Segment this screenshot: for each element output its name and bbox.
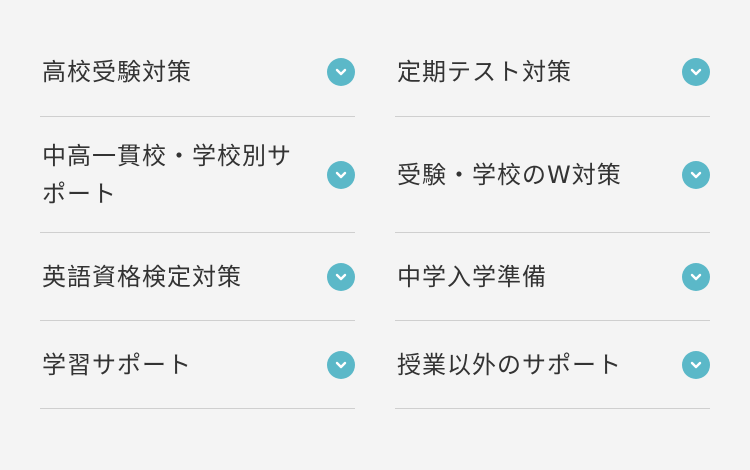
menu-item-high-school-exam[interactable]: 高校受験対策 <box>40 28 355 117</box>
menu-item-junior-high-prep[interactable]: 中学入学準備 <box>395 233 710 321</box>
chevron-down-icon[interactable] <box>682 58 710 86</box>
menu-item-integrated-school-support[interactable]: 中高一貫校・学校別サポート <box>40 117 355 233</box>
chevron-down-icon[interactable] <box>682 160 710 189</box>
menu-item-extra-support[interactable]: 授業以外のサポート <box>395 321 710 409</box>
menu-item-label: 授業以外のサポート <box>397 350 622 379</box>
chevron-down-icon[interactable] <box>327 262 355 291</box>
chevron-down-icon[interactable] <box>682 262 710 291</box>
menu-item-label: 高校受験対策 <box>42 58 192 86</box>
accordion-menu-grid: 高校受験対策 定期テスト対策 中高一貫校・学校別サポート 受験・学校のW対策 英… <box>40 28 710 409</box>
chevron-down-icon[interactable] <box>327 58 355 86</box>
menu-item-study-support[interactable]: 学習サポート <box>40 321 355 409</box>
menu-item-label: 学習サポート <box>42 350 192 379</box>
menu-item-double-measures[interactable]: 受験・学校のW対策 <box>395 117 710 233</box>
menu-item-regular-test[interactable]: 定期テスト対策 <box>395 28 710 117</box>
menu-item-english-certification[interactable]: 英語資格検定対策 <box>40 233 355 321</box>
menu-item-label: 定期テスト対策 <box>397 58 572 86</box>
menu-item-label: 英語資格検定対策 <box>42 262 242 291</box>
chevron-down-icon[interactable] <box>327 160 355 189</box>
menu-item-label: 中高一貫校・学校別サポート <box>42 141 292 208</box>
chevron-down-icon[interactable] <box>327 350 355 379</box>
menu-item-label: 受験・学校のW対策 <box>397 160 622 189</box>
chevron-down-icon[interactable] <box>682 350 710 379</box>
menu-item-label: 中学入学準備 <box>397 262 547 291</box>
